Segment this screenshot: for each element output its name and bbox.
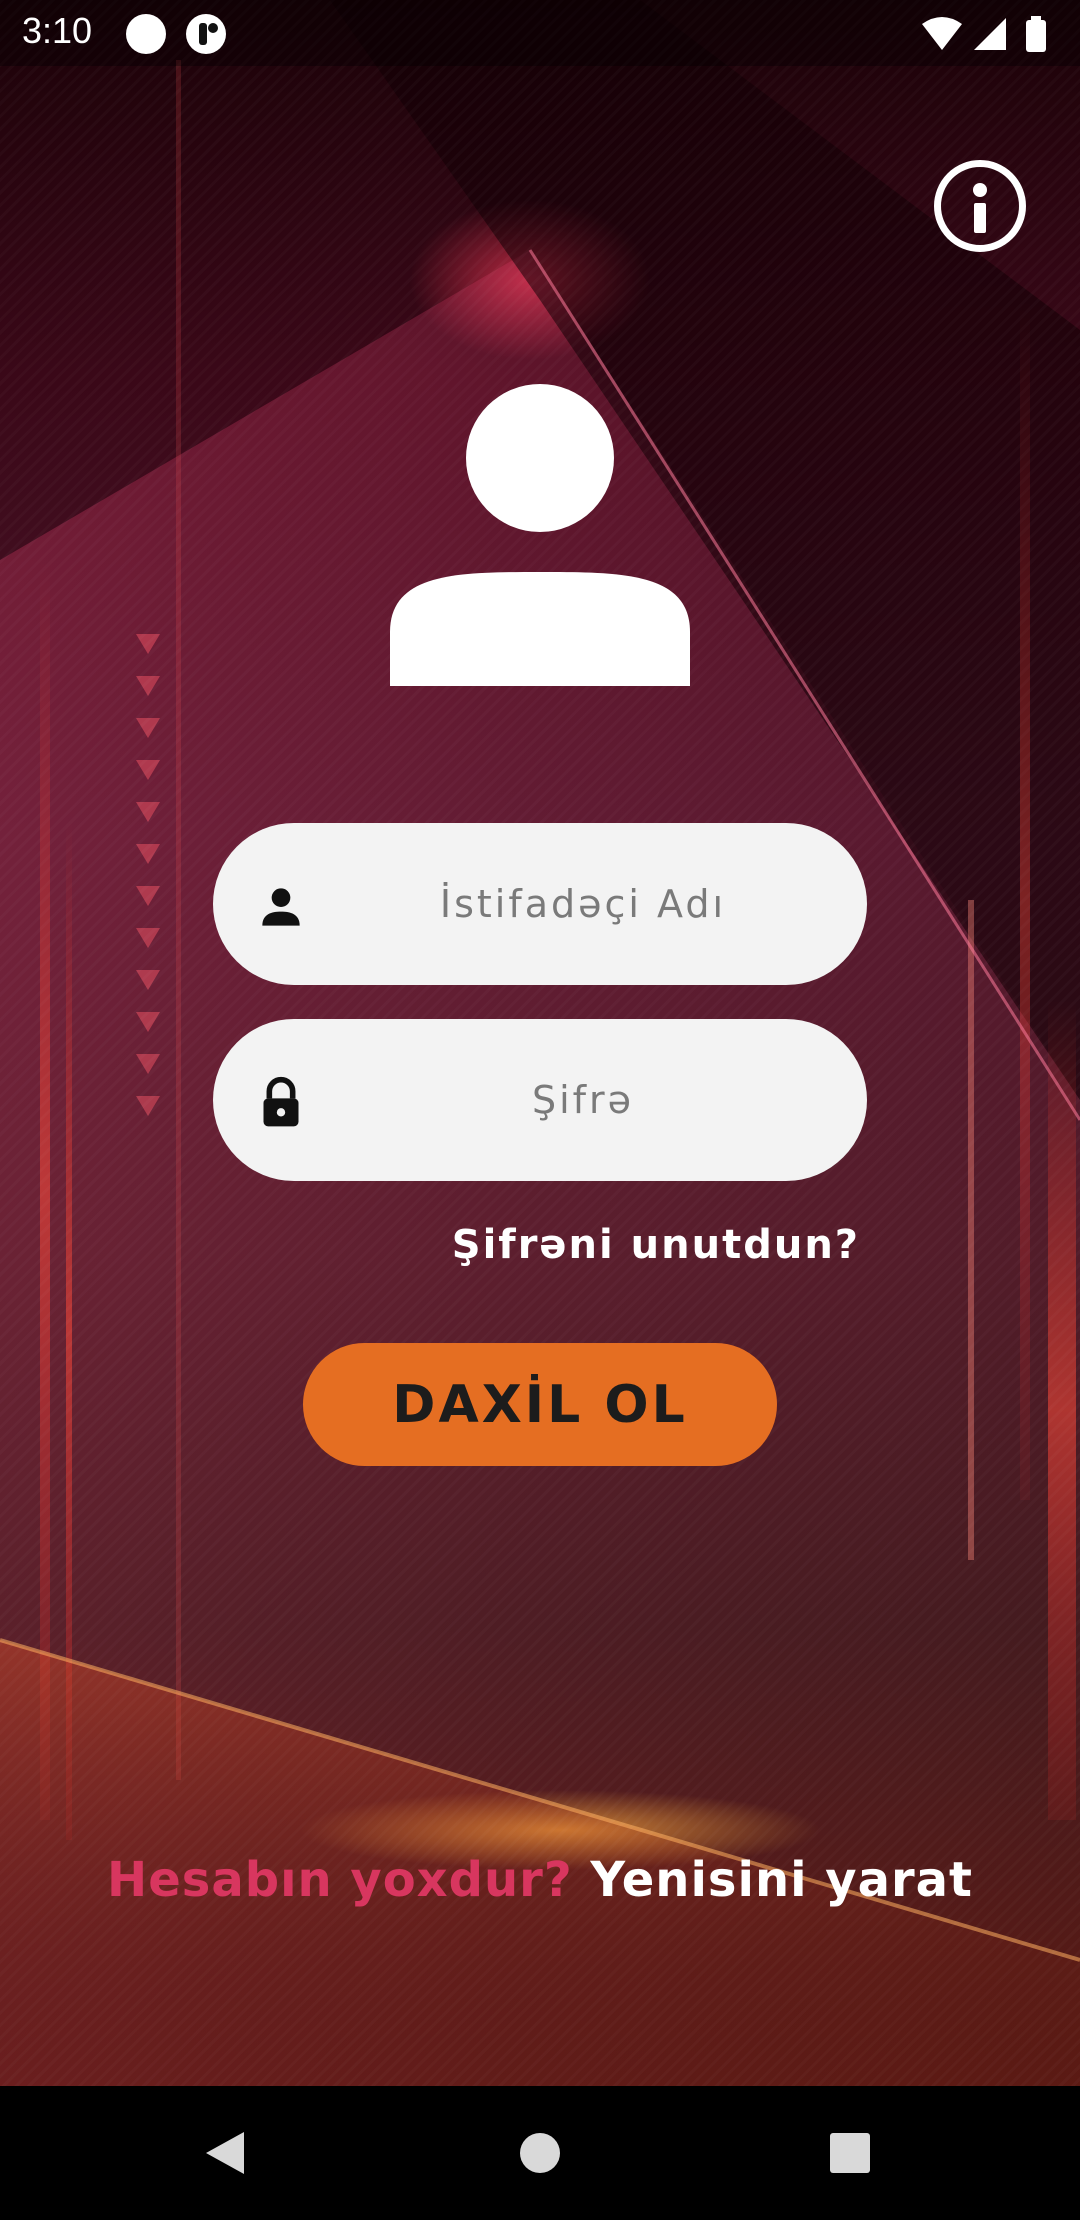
signup-prompt: Hesabın yoxdur? bbox=[107, 1852, 573, 1908]
username-input[interactable] bbox=[323, 823, 843, 985]
login-screen: 3:10 İstifadəçi Adı Şifrəni unutdun? DAX… bbox=[0, 0, 1080, 2220]
signal-icon bbox=[974, 18, 1006, 50]
nav-home-button[interactable] bbox=[470, 2086, 610, 2220]
user-avatar-icon bbox=[390, 384, 690, 686]
info-button[interactable] bbox=[934, 160, 1026, 252]
user-icon bbox=[262, 888, 300, 926]
username-field[interactable] bbox=[213, 823, 867, 985]
status-bar: 3:10 bbox=[0, 0, 1080, 66]
signup-row: Hesabın yoxdur? Yenisini yarat bbox=[0, 1852, 1080, 1908]
forgot-password-link[interactable]: Şifrəni unutdun? bbox=[440, 1222, 860, 1268]
battery-icon bbox=[1026, 16, 1046, 52]
login-button[interactable]: DAXİL OL bbox=[303, 1343, 777, 1466]
navigation-bar bbox=[0, 2086, 1080, 2220]
password-field[interactable] bbox=[213, 1019, 867, 1181]
nav-back-button[interactable] bbox=[160, 2086, 300, 2220]
recent-apps-icon bbox=[830, 2133, 870, 2173]
app-notification-icon bbox=[186, 14, 226, 54]
lock-icon bbox=[263, 1076, 299, 1127]
home-icon bbox=[520, 2133, 560, 2173]
create-account-link[interactable]: Yenisini yarat bbox=[590, 1852, 973, 1908]
wifi-icon bbox=[922, 17, 962, 50]
back-icon bbox=[206, 2132, 244, 2174]
circle-notification-icon bbox=[126, 14, 166, 54]
nav-recent-button[interactable] bbox=[780, 2086, 920, 2220]
status-time: 3:10 bbox=[22, 10, 93, 51]
status-icons bbox=[922, 16, 1046, 52]
password-input[interactable] bbox=[323, 1019, 843, 1181]
